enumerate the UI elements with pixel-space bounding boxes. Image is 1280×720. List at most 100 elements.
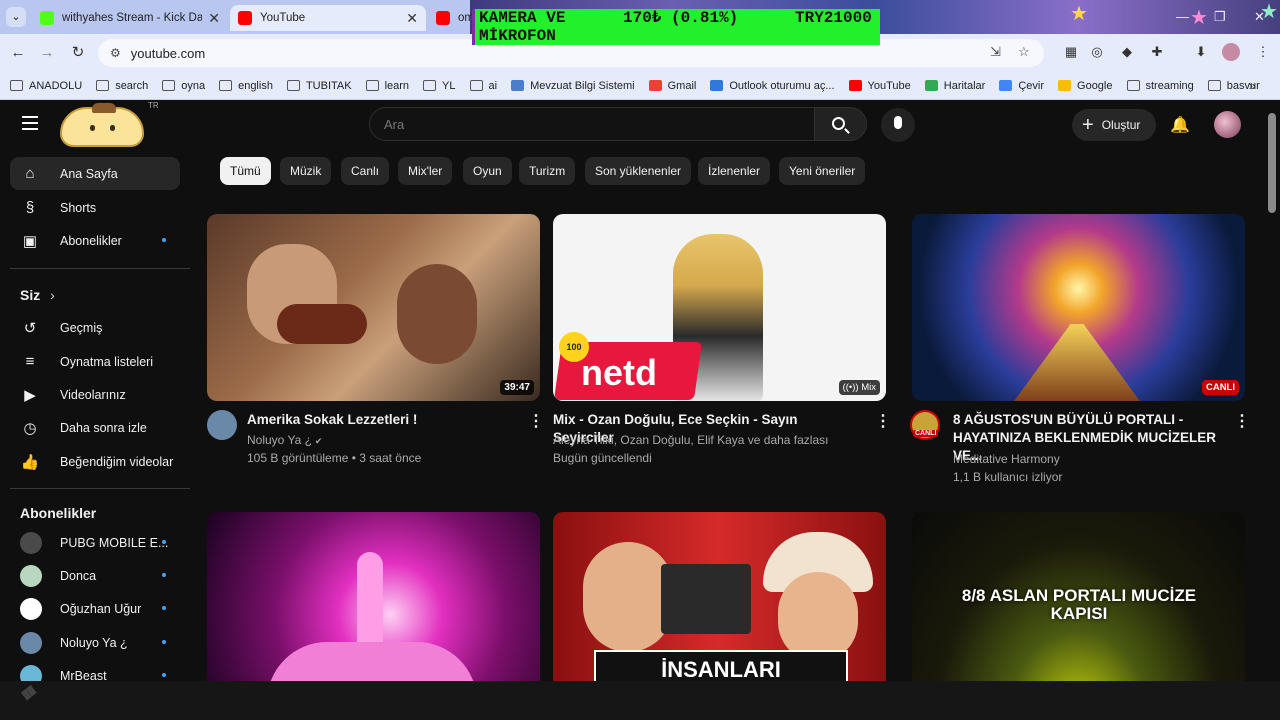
bookmark-search[interactable]: search bbox=[96, 80, 148, 92]
sidebar-item[interactable]: § Shorts bbox=[10, 191, 180, 224]
lens-icon[interactable]: ◎ bbox=[1088, 43, 1106, 61]
overlay-amount: 170₺ (0.81%) bbox=[623, 9, 739, 27]
filter-chip[interactable]: Oyun bbox=[463, 157, 512, 185]
sidebar-item[interactable]: Noluyo Ya ¿ bbox=[10, 626, 180, 659]
sidebar-item[interactable]: ⌂ Ana Sayfa bbox=[10, 157, 180, 190]
sidebar-item[interactable]: Oğuzhan Uğur bbox=[10, 592, 180, 625]
bookmark-star-icon[interactable]: ☆ bbox=[1018, 44, 1030, 60]
channel-avatar[interactable] bbox=[207, 410, 237, 440]
new-content-dot bbox=[162, 573, 166, 577]
sidebar-section-you[interactable]: Siz › bbox=[20, 287, 55, 303]
bookmark-tubitak[interactable]: TUBITAK bbox=[286, 80, 352, 92]
sidebar-item[interactable]: ↺ Geçmiş bbox=[10, 311, 180, 344]
close-tab-icon[interactable]: ✕ bbox=[208, 10, 220, 27]
history-icon: ↺ bbox=[23, 319, 37, 337]
subscriptions-icon: ▣ bbox=[22, 232, 38, 250]
maximize-icon[interactable]: ❐ bbox=[1214, 9, 1226, 25]
site-info-icon[interactable]: ⚙ bbox=[110, 46, 121, 60]
notifications-bell-icon[interactable]: 🔔 bbox=[1170, 115, 1190, 134]
sidebar-item[interactable]: ▣ Abonelikler bbox=[10, 224, 180, 257]
video-thumbnail[interactable]: İNSANLARI SEVMİYORUM bbox=[553, 512, 886, 681]
filter-chip[interactable]: Yeni öneriler bbox=[779, 157, 866, 185]
sidebar-item[interactable]: ▶ Videolarınız bbox=[10, 378, 180, 411]
youtube-favicon-icon bbox=[436, 11, 450, 25]
video-menu-icon[interactable]: ⋮ bbox=[875, 411, 891, 431]
bookmark-ai[interactable]: ai bbox=[469, 80, 497, 92]
video-menu-icon[interactable]: ⋮ bbox=[528, 411, 544, 431]
youtube-doodle-logo[interactable] bbox=[60, 103, 144, 147]
close-window-icon[interactable]: ✕ bbox=[1254, 9, 1265, 25]
bookmark-yl[interactable]: YL bbox=[423, 80, 456, 92]
video-meta: 1,1 B kullanıcı izliyor bbox=[953, 470, 1063, 484]
forward-icon[interactable]: → bbox=[37, 43, 57, 63]
extension-icon[interactable]: ▦ bbox=[1062, 43, 1080, 61]
video-thumbnail[interactable]: CANLI bbox=[912, 214, 1245, 401]
back-icon[interactable]: ← bbox=[8, 43, 28, 63]
minimize-icon[interactable]: — bbox=[1176, 9, 1189, 24]
filter-chip[interactable]: Turizm bbox=[519, 157, 576, 185]
video-thumbnail[interactable]: 8/8 ASLAN PORTALI MUCİZE KAPISI bbox=[912, 512, 1245, 681]
more-bookmarks-icon[interactable]: » bbox=[1249, 78, 1256, 93]
video-meta: 105 B görüntüleme • 3 saat önce bbox=[247, 451, 422, 465]
account-avatar[interactable] bbox=[1214, 111, 1241, 138]
tab-kick-dashboard[interactable]: withyahes Stream - Kick Dashb ✕ bbox=[32, 5, 228, 31]
new-content-dot bbox=[162, 640, 166, 644]
page-scrollbar[interactable] bbox=[1268, 113, 1276, 213]
tab-youtube[interactable]: YouTube ✕ bbox=[230, 5, 426, 31]
search-button[interactable] bbox=[815, 107, 867, 141]
filter-chip[interactable]: Müzik bbox=[280, 157, 332, 185]
video-menu-icon[interactable]: ⋮ bbox=[1234, 411, 1250, 431]
folder-icon bbox=[162, 80, 176, 91]
channel-name[interactable]: Meditative Harmony bbox=[953, 450, 1060, 468]
bookmark-oyna[interactable]: oyna bbox=[162, 80, 205, 92]
install-app-icon[interactable]: ⇲ bbox=[990, 44, 1001, 60]
sidebar-item[interactable]: Donca bbox=[10, 559, 180, 592]
extensions-puzzle-icon[interactable]: ✚ bbox=[1148, 43, 1166, 61]
hamburger-menu-icon[interactable] bbox=[22, 116, 38, 130]
bookmark-gmail[interactable]: Gmail bbox=[648, 80, 696, 92]
sidebar-item[interactable]: ◷ Daha sonra izle bbox=[10, 411, 180, 444]
video-thumbnail[interactable] bbox=[207, 512, 540, 681]
verified-icon: ✔ bbox=[314, 436, 323, 446]
chevron-right-icon: › bbox=[50, 287, 55, 303]
bookmark-anadolu[interactable]: ANADOLU bbox=[10, 80, 82, 92]
site-favicon-icon bbox=[1058, 80, 1072, 91]
video-thumbnail[interactable]: 39:47 bbox=[207, 214, 540, 401]
channel-name[interactable]: Noluyo Ya ¿ ✔ bbox=[247, 431, 322, 450]
extension-icon[interactable]: ◆ bbox=[1118, 43, 1136, 61]
channel-avatar[interactable]: CANLI bbox=[910, 410, 940, 440]
close-tab-icon[interactable]: ✕ bbox=[406, 10, 418, 27]
search-input[interactable] bbox=[369, 107, 815, 141]
profile-avatar[interactable] bbox=[1222, 43, 1240, 61]
filter-chip[interactable]: Tümü bbox=[220, 157, 271, 185]
bookmark-haritalar[interactable]: Haritalar bbox=[924, 80, 985, 92]
sidebar-item[interactable]: MrBeast bbox=[10, 659, 180, 681]
filter-chip[interactable]: Canlı bbox=[341, 157, 390, 185]
bookmark-learn[interactable]: learn bbox=[365, 80, 409, 92]
video-thumbnail[interactable]: netd 100 ((•)) Mix bbox=[553, 214, 886, 401]
reload-icon[interactable]: ↻ bbox=[68, 43, 88, 63]
menu-kebab-icon[interactable]: ⋮ bbox=[1254, 43, 1272, 61]
filter-chip[interactable]: Mix'ler bbox=[398, 157, 453, 185]
video-title[interactable]: Amerika Sokak Lezzetleri ! bbox=[247, 411, 517, 429]
bookmark-english[interactable]: english bbox=[219, 80, 273, 92]
tab-search-button[interactable]: ⌄ bbox=[6, 7, 26, 27]
sidebar-item[interactable]: 👍 Beğendiğim videolar bbox=[10, 445, 180, 478]
filter-chip[interactable]: Son yüklenenler bbox=[585, 157, 692, 185]
thumbnail-caption: 8/8 ASLAN PORTALI MUCİZE KAPISI bbox=[961, 586, 1197, 623]
filter-chip[interactable]: İzlenenler bbox=[698, 157, 771, 185]
bookmark-youtube[interactable]: YouTube bbox=[848, 80, 911, 92]
overlay-title-line2: MİKROFON bbox=[479, 27, 556, 45]
bookmark-çevir[interactable]: Çevir bbox=[999, 80, 1044, 92]
channel-name[interactable]: Aleyna Tilki, Ozan Doğulu, Elif Kaya ve … bbox=[553, 431, 828, 449]
sidebar-item[interactable]: PUBG MOBILE E... bbox=[10, 526, 180, 559]
url-text: youtube.com bbox=[130, 45, 206, 61]
bookmark-mevzuat-bilgi-sistemi[interactable]: Mevzuat Bilgi Sistemi bbox=[511, 80, 635, 92]
download-icon[interactable]: ⬇ bbox=[1192, 43, 1210, 61]
sidebar-item[interactable]: ≡ Oynatma listeleri bbox=[10, 345, 180, 378]
create-button[interactable]: + Oluştur bbox=[1072, 109, 1156, 141]
bookmark-streaming[interactable]: streaming bbox=[1126, 80, 1194, 92]
bookmark-outlook-oturumu-aç[interactable]: Outlook oturumu aç... bbox=[710, 80, 835, 92]
voice-search-button[interactable] bbox=[881, 108, 915, 142]
bookmark-google[interactable]: Google bbox=[1058, 80, 1113, 92]
